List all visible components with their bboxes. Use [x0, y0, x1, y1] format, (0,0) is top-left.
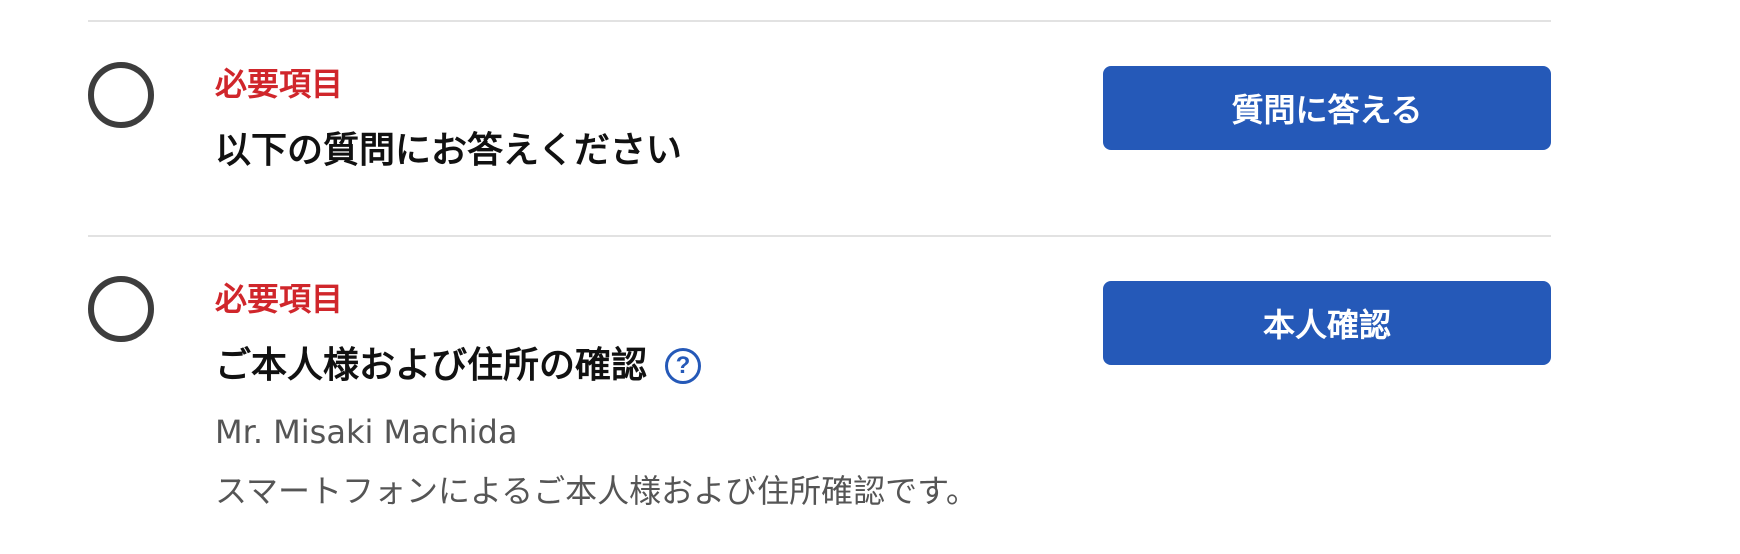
customer-name: Mr. Misaki Machida	[215, 413, 518, 451]
item-title-row: ご本人様および住所の確認 ?	[215, 345, 702, 386]
answer-questions-button[interactable]: 質問に答える	[1103, 66, 1551, 150]
identity-verification-button[interactable]: 本人確認	[1103, 281, 1551, 365]
verification-checklist: 必要項目 以下の質問にお答えください 質問に答える 必要項目 ご本人様および住所…	[0, 0, 1740, 554]
divider-middle	[88, 235, 1551, 237]
item-title: ご本人様および住所の確認	[215, 345, 648, 386]
incomplete-status-icon	[88, 62, 154, 128]
required-label: 必要項目	[215, 65, 344, 103]
divider-top	[88, 20, 1551, 22]
item-description: スマートフォンによるご本人様および住所確認です。	[215, 472, 978, 510]
item-title: 以下の質問にお答えください	[215, 130, 682, 171]
help-icon[interactable]: ?	[665, 348, 702, 384]
required-label: 必要項目	[215, 280, 344, 318]
incomplete-status-icon	[88, 276, 154, 342]
